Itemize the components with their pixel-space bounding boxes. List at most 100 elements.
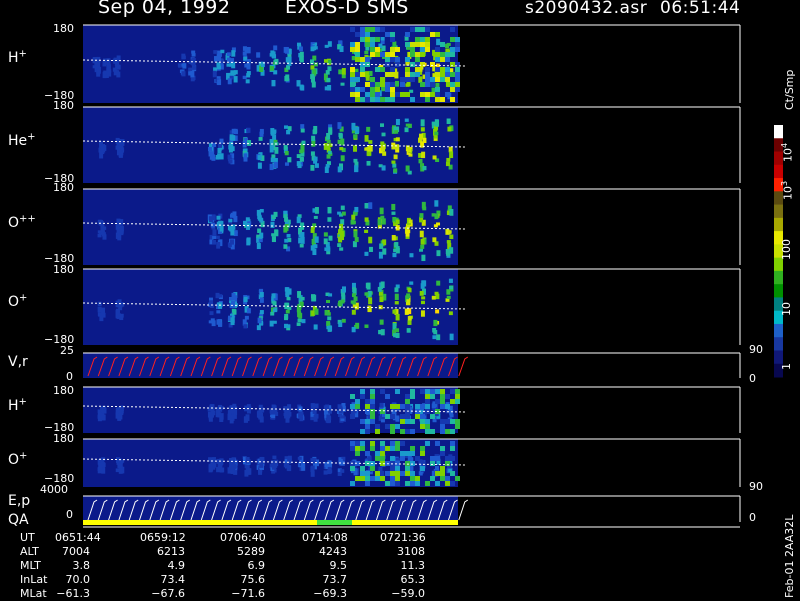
spectrogram-cell: [212, 70, 217, 78]
spectrogram-cell: [381, 132, 386, 137]
spectrogram-cell: [375, 47, 380, 52]
spectrogram-chart: [82, 24, 783, 528]
spectrogram-cell: [217, 54, 222, 62]
spectrogram-cell: [339, 147, 344, 151]
spectrogram-cell: [393, 168, 398, 173]
spectrogram-cell: [364, 50, 369, 55]
spectrogram-cell: [409, 281, 414, 285]
spectrogram-cell: [97, 312, 102, 317]
spectrogram-cell: [390, 456, 395, 461]
colorbar-swatch: [774, 284, 783, 298]
spectrogram-cell: [339, 45, 344, 53]
spectrogram-cell: [440, 72, 445, 77]
spectrogram-cell: [323, 470, 328, 475]
spectrogram-cell: [370, 97, 375, 102]
spectrogram-cell: [390, 47, 395, 52]
spectrogram-cell: [375, 87, 380, 92]
spectrogram-cell: [436, 334, 441, 341]
spectrogram-cell: [447, 126, 452, 132]
spectrogram-cell: [244, 63, 249, 68]
spectrogram-cell: [385, 52, 390, 57]
colorbar-swatch: [774, 217, 783, 232]
spectrogram-cell: [380, 389, 385, 394]
spectrogram-cell: [450, 481, 455, 486]
spectrogram-cell: [192, 66, 197, 70]
spectrogram-cell: [406, 293, 411, 298]
panel-background: [83, 353, 458, 378]
qa-segment: [352, 520, 458, 525]
spectrogram-cell: [391, 235, 396, 241]
panel-label-vr: V,r: [8, 354, 28, 370]
spectrogram-cell: [229, 141, 234, 147]
spectrogram-cell: [415, 67, 420, 72]
spectrogram-cell: [274, 146, 279, 154]
spectrogram-cell: [400, 451, 405, 456]
spectrogram-cell: [449, 208, 454, 216]
spectrogram-cell: [101, 462, 106, 468]
footer-row-label-inlat: InLat: [20, 573, 48, 586]
spectrogram-cell: [380, 441, 385, 446]
spectrogram-cell: [365, 429, 370, 434]
spectrogram-cell: [410, 27, 415, 32]
spectrogram-cell: [257, 162, 262, 169]
spectrogram-cell: [354, 237, 359, 243]
spectrogram-cell: [327, 207, 332, 214]
spectrogram-cell: [300, 128, 305, 133]
spectrogram-cell: [380, 82, 385, 87]
spectrogram-cell: [425, 72, 430, 77]
spectrogram-cell: [455, 77, 460, 82]
spectrogram-cell: [326, 132, 331, 140]
spectrogram-cell: [455, 67, 460, 72]
spectrogram-cell: [355, 47, 360, 52]
spectrogram-cell: [380, 123, 385, 127]
spectrogram-cell: [440, 451, 445, 456]
spectrogram-cell: [328, 127, 333, 134]
spectrogram-cell: [390, 404, 395, 409]
spectrogram-cell: [257, 317, 262, 324]
spectrogram-cell: [286, 234, 291, 238]
spectrogram-cell: [218, 143, 223, 148]
spectrogram-cell: [380, 77, 385, 82]
spectrogram-cell: [97, 412, 102, 420]
spectrogram-cell: [324, 309, 329, 316]
spectrogram-cell: [326, 414, 331, 419]
spectrogram-cell: [370, 466, 375, 471]
panel-background: [83, 439, 458, 487]
spectrogram-cell: [368, 297, 373, 305]
spectrogram-cell: [440, 67, 445, 72]
spectrogram-cell: [337, 122, 342, 129]
spectrogram-cell: [246, 127, 251, 133]
spectrogram-cell: [409, 253, 414, 258]
spectrogram-cell: [455, 476, 460, 481]
spectrogram-cell: [228, 219, 233, 223]
spectrogram-cell: [410, 451, 415, 456]
spectrogram-cell: [219, 225, 224, 232]
spectrogram-cell: [430, 389, 435, 394]
spectrogram-cell: [436, 280, 441, 286]
spectrogram-cell: [415, 456, 420, 461]
spectrogram-cell: [228, 159, 233, 164]
spectrogram-cell: [420, 404, 425, 409]
spectrogram-cell: [355, 476, 360, 481]
spectrogram-cell: [370, 389, 375, 394]
qa-segment: [317, 520, 352, 525]
spectrogram-cell: [422, 206, 427, 211]
spectrogram-cell: [323, 232, 328, 237]
spectrogram-cell: [447, 230, 452, 234]
panel-label-qa: QA: [8, 512, 29, 528]
spectrogram-cell: [209, 311, 214, 316]
spectrogram-cell: [425, 77, 430, 82]
spectrogram-cell: [445, 48, 450, 53]
spectrogram-cell: [400, 429, 405, 434]
spectrogram-cell: [231, 135, 236, 141]
spectrogram-cell: [350, 42, 355, 47]
colorbar-unit: Ct/Smp: [783, 69, 796, 110]
spectrogram-cell: [209, 156, 214, 160]
spectrogram-cell: [350, 394, 355, 399]
spectrogram-cell: [269, 138, 274, 146]
spectrogram-cell: [365, 97, 370, 102]
spectrogram-cell: [97, 233, 102, 238]
spectrogram-cell: [394, 130, 399, 134]
spectrogram-cell: [415, 414, 420, 419]
spectrogram-cell: [430, 62, 435, 67]
